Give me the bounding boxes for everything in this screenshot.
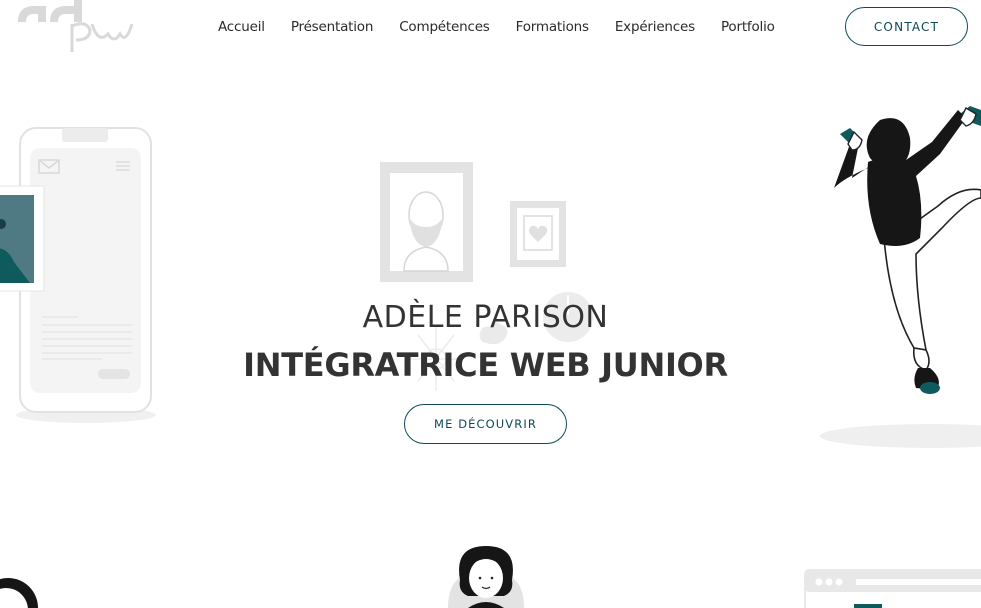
portrait-frame-icon <box>380 162 473 282</box>
bottom-character-illustration <box>448 546 524 608</box>
character-illustration <box>820 106 981 448</box>
nav-item-formations[interactable]: Formations <box>516 17 589 37</box>
heart-frame-icon <box>510 201 566 267</box>
nav-item-competences[interactable]: Compétences <box>399 17 490 37</box>
contact-button[interactable]: CONTACT <box>845 7 968 46</box>
bottom-left-decoration <box>0 578 38 608</box>
main-nav: Accueil Présentation Compétences Formati… <box>218 17 801 37</box>
nav-item-experiences[interactable]: Expériences <box>615 17 695 37</box>
discover-button[interactable]: ME DÉCOUVRIR <box>404 404 567 444</box>
hero-title: INTÉGRATRICE WEB JUNIOR <box>243 346 728 384</box>
nav-item-accueil[interactable]: Accueil <box>218 17 265 37</box>
hero-name: ADÈLE PARISON <box>362 300 609 335</box>
site-logo[interactable] <box>16 0 136 56</box>
page: Accueil Présentation Compétences Formati… <box>0 0 981 608</box>
browser-window-illustration <box>804 569 981 608</box>
nav-item-presentation[interactable]: Présentation <box>291 17 374 37</box>
nav-item-portfolio[interactable]: Portfolio <box>721 17 775 37</box>
